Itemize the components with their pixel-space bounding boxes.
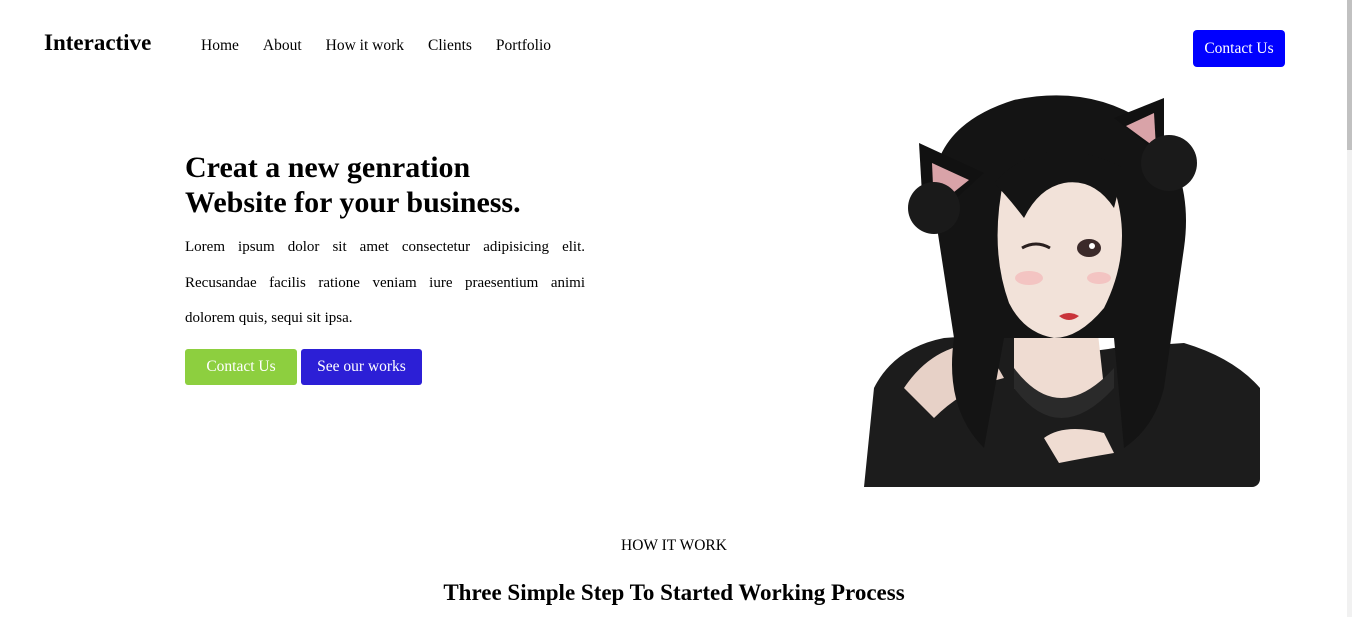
header-contact-button[interactable]: Contact Us bbox=[1193, 30, 1285, 67]
hero-illustration bbox=[864, 88, 1260, 487]
nav-about-link[interactable]: About bbox=[263, 37, 302, 55]
see-our-works-button[interactable]: See our works bbox=[301, 349, 422, 385]
site-logo[interactable]: Interactive bbox=[44, 30, 151, 56]
nav-portfolio-link[interactable]: Portfolio bbox=[496, 37, 551, 55]
scrollbar-thumb[interactable] bbox=[1347, 0, 1352, 150]
how-it-work-label: HOW IT WORK bbox=[621, 537, 727, 554]
landing-page: Interactive Home About How it work Clien… bbox=[0, 0, 1352, 617]
hero-buttons: Contact Us See our works bbox=[185, 349, 422, 385]
nav-home-link[interactable]: Home bbox=[201, 37, 239, 55]
hero-title-line-2: Website for your business. bbox=[185, 186, 521, 219]
hero-contact-button[interactable]: Contact Us bbox=[185, 349, 297, 385]
hero-description: Lorem ipsum dolor sit amet consectetur a… bbox=[185, 239, 585, 326]
main-nav: Home About How it work Clients Portfolio bbox=[201, 37, 551, 55]
nav-clients-link[interactable]: Clients bbox=[428, 37, 472, 55]
hero-title: Creat a new genration Website for your b… bbox=[185, 150, 605, 220]
nav-how-it-work-link[interactable]: How it work bbox=[326, 37, 404, 55]
hero-title-line-1: Creat a new genration bbox=[185, 151, 471, 184]
page-scrollbar[interactable] bbox=[1347, 0, 1352, 617]
how-it-work-title: Three Simple Step To Started Working Pro… bbox=[443, 580, 905, 605]
